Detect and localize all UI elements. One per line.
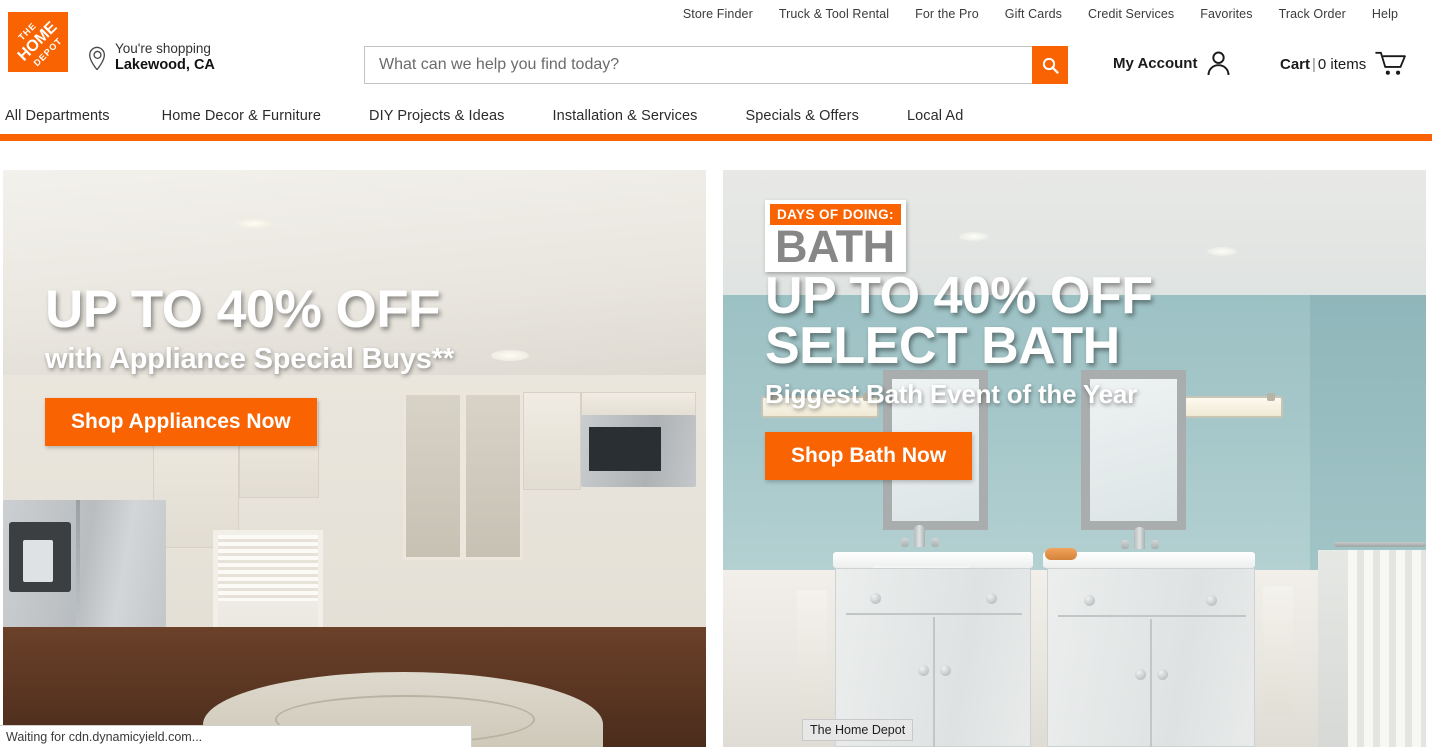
shopping-cart-icon bbox=[1375, 51, 1407, 75]
image-watermark-label: The Home Depot bbox=[802, 719, 914, 741]
search-icon bbox=[1042, 57, 1059, 74]
browser-status-bar: Waiting for cdn.dynamicyield.com... bbox=[0, 725, 472, 747]
nav-item-local-ad[interactable]: Local Ad bbox=[896, 108, 974, 124]
nav-item-specials-offers[interactable]: Specials & Offers bbox=[734, 108, 869, 124]
hero-left-headline: UP TO 40% OFF bbox=[45, 280, 441, 339]
cart-item-count: 0 items bbox=[1317, 55, 1367, 73]
home-depot-logo-icon: THE HOME DEPOT bbox=[8, 12, 68, 72]
search-input[interactable] bbox=[364, 46, 1032, 84]
shop-bath-now-button[interactable]: Shop Bath Now bbox=[765, 432, 973, 481]
primary-nav: All Departments Home Decor & Furniture D… bbox=[0, 98, 1432, 134]
kitchen-scene-image bbox=[3, 170, 706, 747]
location-pin-icon bbox=[89, 46, 106, 70]
search-bar bbox=[364, 46, 1068, 84]
badge-word-label: BATH bbox=[775, 221, 895, 272]
hero-left-copy: UP TO 40% OFF with Appliance Special Buy… bbox=[45, 280, 454, 446]
nav-item-all-departments[interactable]: All Departments bbox=[5, 108, 121, 124]
hero-banner-appliances[interactable]: UP TO 40% OFF with Appliance Special Buy… bbox=[3, 170, 706, 747]
hero-right-headline-line1: UP TO 40% OFF bbox=[765, 267, 1153, 326]
hero-right-copy: DAYS OF DOING: BATH UP TO 40% OFF SELECT… bbox=[765, 200, 1153, 481]
shop-appliances-now-button[interactable]: Shop Appliances Now bbox=[45, 397, 317, 446]
store-location-prefix: You're shopping bbox=[115, 41, 211, 56]
header-orange-divider bbox=[0, 134, 1432, 141]
cart-button[interactable]: Cart | 0 items bbox=[1280, 51, 1407, 77]
hero-right-subline: Biggest Bath Event of the Year bbox=[765, 379, 1138, 410]
store-location[interactable]: You're shopping Lakewood, CA bbox=[88, 41, 215, 75]
hero-right-headline-line2: SELECT BATH bbox=[765, 317, 1120, 376]
hero-left-subline: with Appliance Special Buys** bbox=[45, 342, 454, 375]
my-account-label: My Account bbox=[1113, 54, 1198, 72]
nav-item-home-decor-furniture[interactable]: Home Decor & Furniture bbox=[151, 108, 332, 124]
hero-banner-bath[interactable]: DAYS OF DOING: BATH UP TO 40% OFF SELECT… bbox=[723, 170, 1426, 747]
cart-separator: | bbox=[1312, 55, 1316, 73]
search-button[interactable] bbox=[1032, 46, 1068, 84]
home-depot-homepage: Store Finder Truck & Tool Rental For the… bbox=[0, 0, 1432, 747]
home-depot-logo[interactable]: THE HOME DEPOT bbox=[8, 12, 68, 72]
user-icon bbox=[1207, 51, 1230, 76]
days-of-doing-bath-badge: DAYS OF DOING: BATH bbox=[765, 200, 906, 273]
my-account-button[interactable]: My Account bbox=[1113, 50, 1231, 76]
cart-label: Cart bbox=[1280, 55, 1311, 73]
nav-item-installation-services[interactable]: Installation & Services bbox=[542, 108, 709, 124]
site-header: THE HOME DEPOT You're shopping Lakewood,… bbox=[0, 4, 1432, 96]
hero-banner-area: UP TO 40% OFF with Appliance Special Buy… bbox=[0, 170, 1432, 747]
nav-item-diy-projects-ideas[interactable]: DIY Projects & Ideas bbox=[358, 108, 516, 124]
store-location-name: Lakewood, CA bbox=[115, 57, 215, 74]
